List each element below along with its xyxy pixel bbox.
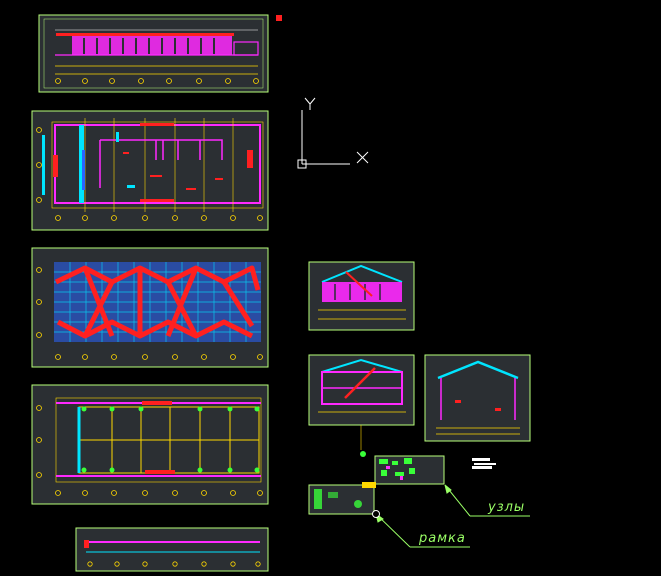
nodes-annotation: узлы [488,500,526,515]
drawing-sheet-frame[interactable] [308,482,376,515]
frame-annotation: рамка [419,531,466,546]
drawing-sheet-nodes[interactable] [374,455,496,485]
drawing-sheet-section-3[interactable] [424,354,531,442]
drawing-sheet-strip[interactable] [75,527,269,572]
ucs-icon [297,97,369,169]
drawing-sheet-section-2[interactable] [308,354,415,457]
marker-icon [276,15,282,21]
drawing-sheet-section-1[interactable] [308,261,415,331]
drawing-sheet-floor-plan[interactable] [31,110,269,231]
drawing-sheet-grid-plan[interactable] [31,384,269,505]
drawing-sheet-facade[interactable] [38,14,282,93]
frame-grip[interactable] [372,510,380,518]
drawing-sheet-bracing-plan[interactable] [31,247,269,368]
model-space-canvas[interactable] [0,0,661,576]
